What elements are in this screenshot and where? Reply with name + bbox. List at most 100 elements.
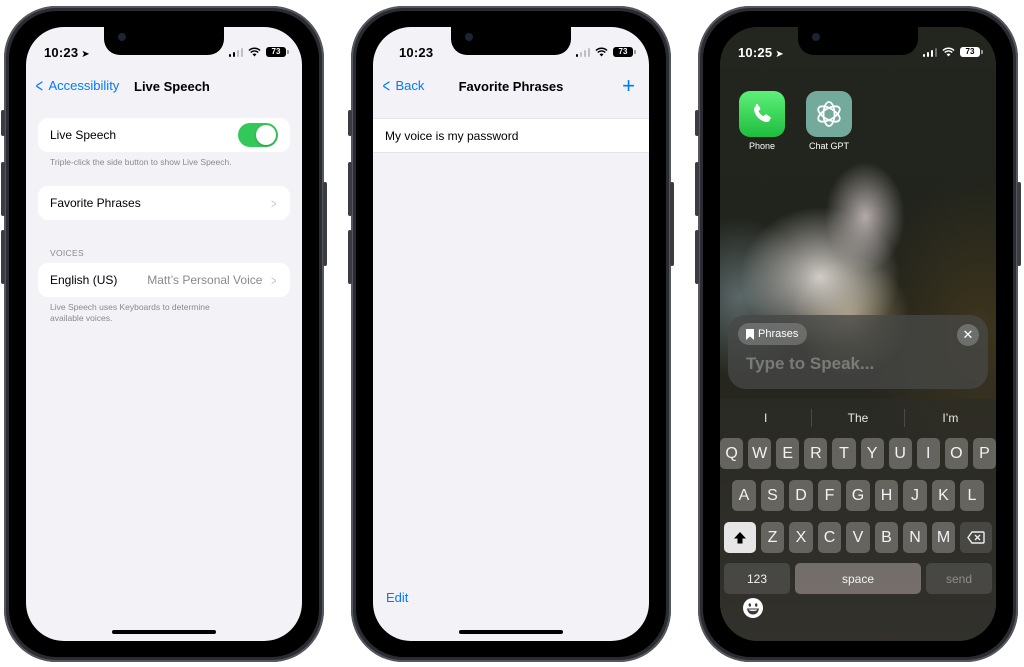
key[interactable]: M — [931, 522, 956, 553]
mute-switch — [695, 110, 699, 136]
wifi-icon — [942, 47, 955, 57]
key[interactable]: E — [776, 438, 800, 469]
location-arrow-icon: ➤ — [81, 49, 90, 60]
notch — [104, 27, 224, 55]
key[interactable]: J — [903, 480, 927, 511]
phone-type-to-speak: 10:25 ➤ 73 Phone Chat GPT Phrases ✕ Type… — [695, 6, 1021, 662]
key[interactable]: T — [832, 438, 856, 469]
type-to-speak-input[interactable] — [746, 354, 970, 374]
phone-favorite-phrases: 10:23 73 < Back Favorite Phrases + My voi… — [348, 6, 674, 662]
key[interactable]: Z — [760, 522, 785, 553]
key[interactable]: X — [789, 522, 813, 553]
voices-section-header: VOICES — [50, 248, 84, 258]
nav-bar: < Accessibility Live Speech — [26, 75, 302, 99]
volume-down-button — [695, 230, 699, 284]
chevron-right-icon: > — [271, 272, 277, 288]
app-label: Chat GPT — [808, 141, 849, 151]
key[interactable]: A — [732, 480, 756, 511]
key[interactable]: Y — [860, 438, 884, 469]
page-title: Live Speech — [134, 79, 210, 94]
keyboard-row-2: A S D F G H J K L — [720, 480, 996, 511]
key[interactable]: N — [903, 522, 927, 553]
numbers-key[interactable]: 123 — [724, 563, 790, 594]
key[interactable]: I — [916, 438, 940, 469]
key[interactable]: L — [960, 480, 984, 511]
chevron-right-icon: > — [271, 195, 277, 211]
key[interactable]: P — [972, 438, 996, 469]
shift-key[interactable] — [724, 522, 756, 553]
plus-icon[interactable]: + — [622, 73, 635, 99]
key[interactable]: S — [760, 480, 785, 511]
space-key[interactable]: space — [795, 563, 921, 594]
delete-key[interactable] — [960, 522, 992, 553]
keyboard-row-1: Q W E R T Y U I O P — [720, 438, 996, 469]
close-icon[interactable]: ✕ — [957, 324, 979, 346]
app-chat-gpt[interactable]: Chat GPT — [806, 91, 852, 151]
key[interactable]: Q — [720, 438, 744, 469]
prediction-item[interactable]: I — [720, 405, 811, 431]
favorite-phrases-row[interactable]: Favorite Phrases > — [38, 186, 290, 220]
key[interactable]: O — [944, 438, 968, 469]
front-camera — [465, 33, 473, 41]
page-title: Favorite Phrases — [458, 79, 564, 94]
volume-down-button — [348, 230, 352, 284]
favorite-phrases-group: Favorite Phrases > — [38, 186, 290, 220]
phrase-list-item[interactable]: My voice is my password — [373, 119, 649, 152]
mute-switch — [348, 110, 352, 136]
front-camera — [812, 33, 820, 41]
edit-button[interactable]: Edit — [386, 590, 408, 605]
key[interactable]: V — [846, 522, 870, 553]
status-time: 10:25 ➤ — [738, 45, 784, 60]
notch — [451, 27, 571, 55]
prediction-item[interactable]: I’m — [905, 405, 996, 431]
volume-down-button — [1, 230, 5, 284]
key[interactable]: H — [874, 480, 899, 511]
wifi-icon — [595, 47, 608, 57]
send-key[interactable]: send — [926, 563, 992, 594]
bookmark-icon — [746, 328, 754, 340]
key[interactable]: B — [874, 522, 899, 553]
screen: 10:25 ➤ 73 Phone Chat GPT Phrases ✕ Type… — [720, 27, 996, 641]
live-speech-group: Live Speech — [38, 118, 290, 152]
battery-icon: 73 — [266, 47, 289, 57]
phone-icon — [739, 91, 785, 137]
cellular-signal-icon — [228, 47, 243, 57]
voice-value: Matt’s Personal Voice — [147, 273, 263, 287]
home-indicator[interactable] — [459, 630, 563, 634]
letter-keys: Z X C V B N M — [760, 522, 956, 553]
voice-row-english-us[interactable]: English (US) Matt’s Personal Voice > — [38, 263, 290, 297]
key[interactable]: D — [789, 480, 813, 511]
app-phone[interactable]: Phone — [739, 91, 785, 151]
front-camera — [118, 33, 126, 41]
home-indicator[interactable] — [112, 630, 216, 634]
bezel: 10:23 ➤ 73 < Accessibility Live Speech Liv… — [9, 11, 319, 657]
shift-arrow-icon — [733, 531, 746, 543]
voices-group: English (US) Matt’s Personal Voice > — [38, 263, 290, 297]
screen: 10:23 73 < Back Favorite Phrases + My voi… — [373, 27, 649, 641]
nav-bar: < Back Favorite Phrases + — [373, 73, 649, 99]
emoji-icon[interactable] — [742, 597, 764, 619]
key[interactable]: G — [846, 480, 870, 511]
back-button[interactable]: < Accessibility — [34, 77, 120, 95]
mute-switch — [1, 110, 5, 136]
key[interactable]: C — [817, 522, 842, 553]
key[interactable]: F — [817, 480, 842, 511]
prediction-item[interactable]: The — [812, 405, 903, 431]
key[interactable]: U — [888, 438, 912, 469]
battery-icon: 73 — [960, 47, 983, 57]
key[interactable]: W — [748, 438, 772, 469]
phrases-list: My voice is my password — [373, 118, 649, 153]
key[interactable]: R — [804, 438, 828, 469]
live-speech-row: Live Speech — [38, 118, 290, 152]
key[interactable]: K — [931, 480, 956, 511]
volume-up-button — [695, 162, 699, 216]
live-speech-toggle[interactable] — [238, 123, 278, 147]
bezel: 10:23 73 < Back Favorite Phrases + My voi… — [356, 11, 666, 657]
location-arrow-icon: ➤ — [775, 49, 784, 60]
cellular-signal-icon — [575, 47, 590, 57]
backspace-icon — [967, 531, 985, 544]
cellular-signal-icon — [922, 47, 937, 57]
volume-up-button — [348, 162, 352, 216]
phrases-button[interactable]: Phrases — [738, 323, 808, 345]
keyboard-row-4: 123 space send — [720, 563, 996, 594]
